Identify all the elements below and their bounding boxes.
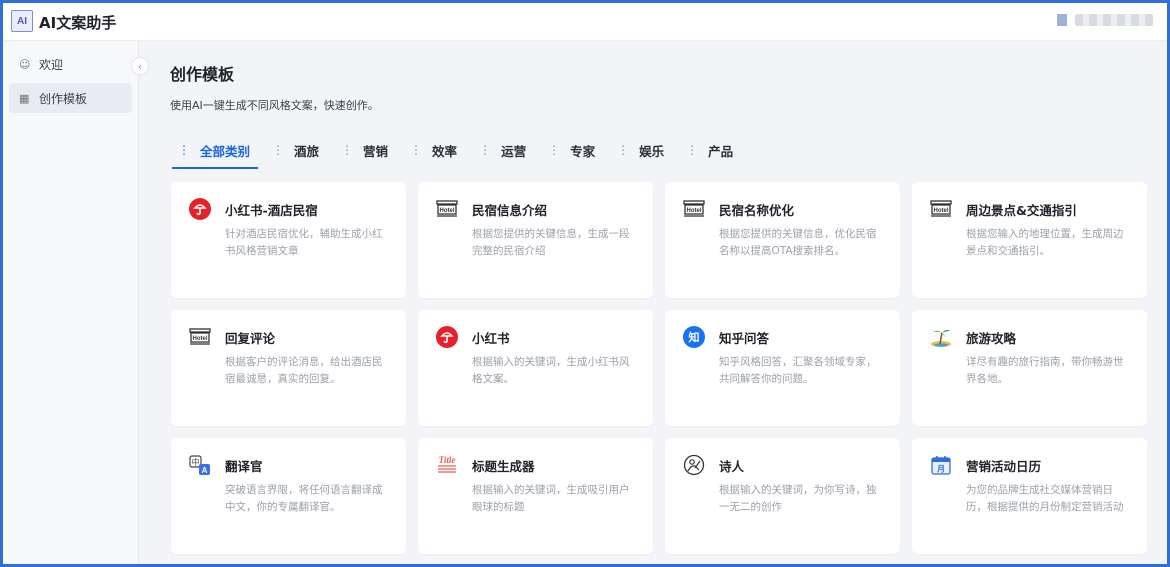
template-card[interactable]: Hotel 民宿名称优化 根据您提供的关键信息，优化民宿名称以提高OTA搜索排名… xyxy=(665,182,900,298)
card-description: 突破语言界限，将任何语言翻译成中文，你的专属翻译官。 xyxy=(225,484,383,513)
title-icon: Title xyxy=(436,454,458,476)
tab-label: 产品 xyxy=(708,143,734,159)
user-area[interactable] xyxy=(1057,14,1153,26)
top-bar: AI AI文案助手 xyxy=(3,3,1167,41)
tab-label: 专家 xyxy=(570,143,596,159)
card-description: 根据您提供的关键信息，生成一段完整的民宿介绍 xyxy=(472,228,630,257)
smile-icon: ☺ xyxy=(19,57,31,71)
svg-text:Hotel: Hotel xyxy=(687,208,702,214)
card-title: 知乎问答 xyxy=(719,330,770,346)
card-description: 知乎风格回答，汇聚各领域专家，共同解答你的问题。 xyxy=(719,356,877,385)
hotel-icon: Hotel xyxy=(683,198,705,220)
tab-expert[interactable]: ⋮ 专家 xyxy=(540,137,609,163)
svg-text:Hotel: Hotel xyxy=(440,208,455,214)
page-title: 创作模板 xyxy=(170,65,235,84)
svg-text:知: 知 xyxy=(688,330,700,344)
sidebar-item-label: 欢迎 xyxy=(39,57,64,72)
tab-label: 娱乐 xyxy=(639,143,665,159)
template-card[interactable]: Hotel 回复评论 根据客户的评论消息，给出酒店民宿最诚恳，真实的回复。 xyxy=(171,310,406,426)
grid-icon: ▦ xyxy=(19,91,30,105)
template-grid: 小红书-酒店民宿 针对酒店民宿优化，辅助生成小红书风格营销文章 Hotel 民宿… xyxy=(171,182,1147,554)
tab-label: 酒旅 xyxy=(294,143,320,159)
template-card[interactable]: 小红书 根据输入的关键词，生成小红书风格文案。 xyxy=(418,310,653,426)
tab-label: 营销 xyxy=(363,143,389,159)
tab-entertainment[interactable]: ⋮ 娱乐 xyxy=(609,137,678,163)
zhihu-icon: 知 xyxy=(683,326,705,348)
card-title: 小红书-酒店民宿 xyxy=(225,202,318,218)
card-title: 周边景点&交通指引 xyxy=(966,202,1077,218)
template-card[interactable]: Hotel 民宿信息介绍 根据您提供的关键信息，生成一段完整的民宿介绍 xyxy=(418,182,653,298)
tab-label: 效率 xyxy=(432,143,458,159)
card-description: 根据输入的关键词，为你写诗，独一无二的创作 xyxy=(719,484,877,513)
svg-text:Title: Title xyxy=(439,455,456,465)
template-card[interactable]: 旅游攻略 详尽有趣的旅行指南，带你畅游世界各地。 xyxy=(912,310,1147,426)
card-title: 翻译官 xyxy=(225,458,263,474)
template-card[interactable]: Hotel 周边景点&交通指引 根据您输入的地理位置，生成周边景点和交通指引。 xyxy=(912,182,1147,298)
tab-efficiency[interactable]: ⋮ 效率 xyxy=(402,137,471,163)
poet-icon xyxy=(683,454,705,476)
card-title: 回复评论 xyxy=(225,330,276,346)
collapse-sidebar-button[interactable]: ‹ xyxy=(131,57,149,75)
template-card[interactable]: 小红书-酒店民宿 针对酒店民宿优化，辅助生成小红书风格营销文章 xyxy=(171,182,406,298)
card-description: 根据输入的关键词，生成吸引用户眼球的标题 xyxy=(472,484,630,513)
card-title: 小红书 xyxy=(472,330,510,346)
template-card[interactable]: 诗人 根据输入的关键词，为你写诗，独一无二的创作 xyxy=(665,438,900,554)
card-description: 为您的品牌生成社交媒体营销日历，根据提供的月份制定营销活动 xyxy=(966,484,1124,513)
translate-icon: 中A xyxy=(189,454,211,476)
svg-text:Hotel: Hotel xyxy=(934,208,949,214)
user-name-blurred xyxy=(1075,14,1153,26)
svg-text:A: A xyxy=(202,466,208,475)
tab-operations[interactable]: ⋮ 运营 xyxy=(471,137,540,163)
sidebar: ☺ 欢迎 ▦ 创作模板 xyxy=(3,41,139,564)
xiaohongshu-icon xyxy=(436,326,458,348)
sidebar-item-label: 创作模板 xyxy=(39,91,88,106)
hotel-icon: Hotel xyxy=(930,198,952,220)
tab-marketing[interactable]: ⋮ 营销 xyxy=(333,137,402,163)
tab-label: 运营 xyxy=(501,143,527,159)
card-title: 旅游攻略 xyxy=(966,330,1017,346)
card-title: 诗人 xyxy=(719,458,745,474)
sidebar-item-templates[interactable]: ▦ 创作模板 xyxy=(9,83,132,113)
card-description: 根据输入的关键词，生成小红书风格文案。 xyxy=(472,356,630,385)
app-logo: AI xyxy=(11,10,33,32)
hotel-icon: Hotel xyxy=(189,326,211,348)
card-description: 根据您提供的关键信息，优化民宿名称以提高OTA搜索排名。 xyxy=(719,228,877,257)
main-content: 创作模板 使用AI一键生成不同风格文案，快速创作。 ⋮ 全部类别 ⋮ 酒旅 ⋮ 营销 … xyxy=(140,41,1167,564)
calendar-icon: 月 xyxy=(930,454,952,476)
app-title: AI文案助手 xyxy=(39,14,117,32)
card-title: 标题生成器 xyxy=(472,458,535,474)
tab-product[interactable]: ⋮ 产品 xyxy=(678,137,747,163)
svg-text:中: 中 xyxy=(192,457,200,467)
card-description: 根据客户的评论消息，给出酒店民宿最诚恳，真实的回复。 xyxy=(225,356,383,385)
island-icon xyxy=(930,326,952,348)
card-title: 民宿名称优化 xyxy=(719,202,795,218)
category-tabs: ⋮ 全部类别 ⋮ 酒旅 ⋮ 营销 ⋮ 效率 ⋮ 运营 ⋮ 专家 ⋮ 娱乐 ⋮ 产品 xyxy=(170,137,747,171)
card-title: 民宿信息介绍 xyxy=(472,202,548,218)
card-description: 针对酒店民宿优化，辅助生成小红书风格营销文章 xyxy=(225,228,383,257)
svg-text:Hotel: Hotel xyxy=(193,336,208,342)
tab-all[interactable]: ⋮ 全部类别 xyxy=(170,137,264,169)
card-title: 营销活动日历 xyxy=(966,458,1042,474)
xiaohongshu-icon xyxy=(189,198,211,220)
template-card[interactable]: 月 营销活动日历 为您的品牌生成社交媒体营销日历，根据提供的月份制定营销活动 xyxy=(912,438,1147,554)
tab-label: 全部类别 xyxy=(200,143,251,159)
avatar[interactable] xyxy=(1057,14,1067,26)
app-window: AI AI文案助手 ☺ 欢迎 ▦ 创作模板 ‹ 创作模板 使用AI一键生成不同风… xyxy=(0,0,1170,567)
tab-hotel-travel[interactable]: ⋮ 酒旅 xyxy=(264,137,333,163)
template-card[interactable]: 知 知乎问答 知乎风格回答，汇聚各领域专家，共同解答你的问题。 xyxy=(665,310,900,426)
card-description: 根据您输入的地理位置，生成周边景点和交通指引。 xyxy=(966,228,1124,257)
card-description: 详尽有趣的旅行指南，带你畅游世界各地。 xyxy=(966,356,1124,385)
hotel-icon: Hotel xyxy=(436,198,458,220)
sidebar-item-welcome[interactable]: ☺ 欢迎 xyxy=(9,49,132,79)
template-card[interactable]: 中A 翻译官 突破语言界限，将任何语言翻译成中文，你的专属翻译官。 xyxy=(171,438,406,554)
page-description: 使用AI一键生成不同风格文案，快速创作。 xyxy=(170,99,379,112)
template-card[interactable]: Title 标题生成器 根据输入的关键词，生成吸引用户眼球的标题 xyxy=(418,438,653,554)
svg-text:月: 月 xyxy=(936,465,945,474)
